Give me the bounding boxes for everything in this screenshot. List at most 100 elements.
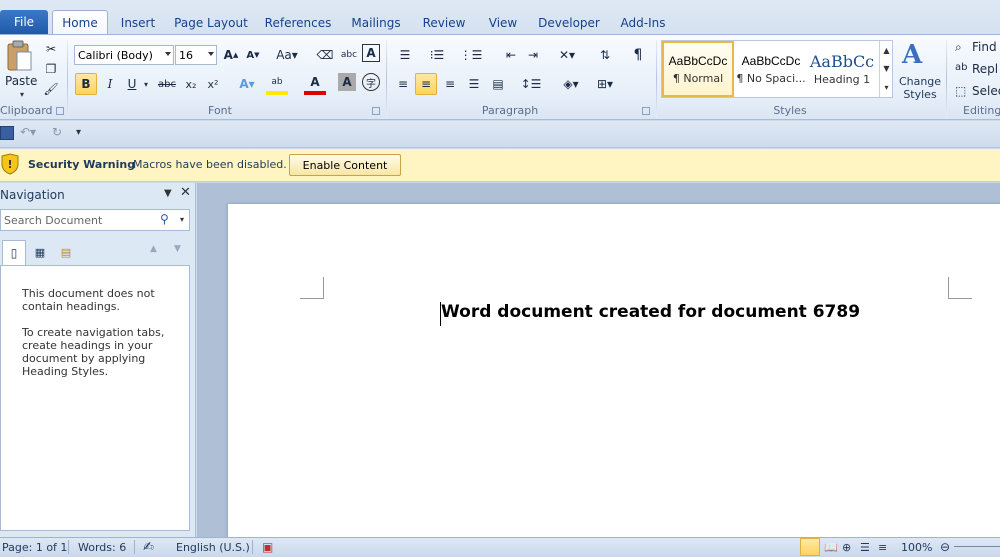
tab-mailings[interactable]: Mailings [344, 12, 408, 34]
paste-icon[interactable] [4, 40, 34, 74]
replace-icon[interactable]: ab [955, 62, 967, 73]
tab-review[interactable]: Review [416, 12, 472, 34]
highlight-color-icon[interactable]: ab [266, 73, 288, 95]
clear-formatting-icon[interactable]: ⌫ [314, 44, 336, 66]
nav-menu-icon[interactable]: ▼ [164, 188, 172, 199]
align-center-icon[interactable]: ≡ [415, 73, 437, 95]
shading-icon[interactable]: ◈▾ [560, 73, 582, 95]
print-layout-view-icon[interactable] [800, 538, 820, 556]
tab-file[interactable]: File [0, 10, 48, 34]
font-size-combo[interactable]: 16 [175, 45, 217, 65]
change-case-icon[interactable]: Aa▾ [272, 44, 302, 66]
enable-content-button[interactable]: Enable Content [289, 154, 401, 176]
find-icon[interactable]: ⌕ [955, 40, 962, 55]
underline-button[interactable]: U [121, 73, 143, 95]
browse-headings-tab[interactable]: ▯ [2, 240, 26, 265]
customize-qat-icon[interactable]: ▾ [76, 127, 81, 138]
proofing-icon[interactable]: ✍ [143, 540, 154, 555]
text-effects-icon[interactable]: A▾ [236, 73, 258, 95]
browse-pages-tab[interactable]: ▦ [30, 242, 50, 262]
styles-gallery-scroll[interactable]: ▲ ▼ ▾ [879, 41, 893, 97]
underline-dropdown-icon[interactable]: ▾ [144, 80, 148, 89]
replace-button-label[interactable]: Repl [972, 62, 998, 76]
document-page[interactable] [228, 204, 1000, 538]
character-border-icon[interactable]: A [362, 44, 380, 62]
find-button-label[interactable]: Find [972, 40, 997, 54]
borders-icon[interactable]: ⊞▾ [594, 73, 616, 95]
asian-layout-icon[interactable]: ✕▾ [556, 44, 578, 66]
zoom-slider[interactable] [954, 546, 1000, 547]
cut-icon[interactable]: ✂ [40, 38, 62, 60]
outline-view-icon[interactable]: ☰ [860, 540, 870, 554]
superscript-icon[interactable]: x² [202, 73, 224, 95]
document-text[interactable]: Word document created for document 6789 [441, 302, 860, 322]
tab-add-ins[interactable]: Add-Ins [612, 12, 674, 34]
paragraph-group-label: Paragraph [481, 104, 539, 117]
paragraph-launcher-icon[interactable] [642, 107, 650, 115]
character-shading-icon[interactable]: A [338, 73, 356, 91]
full-screen-reading-icon[interactable]: 📖 [824, 540, 838, 554]
macro-recording-icon[interactable]: ▣ [262, 540, 273, 554]
status-word-count[interactable]: Words: 6 [78, 540, 126, 554]
bullets-icon[interactable]: ☰ [394, 44, 416, 66]
scroll-up-icon[interactable]: ▲ [883, 46, 889, 55]
distributed-icon[interactable]: ▤ [487, 73, 509, 95]
tab-insert[interactable]: Insert [112, 12, 164, 34]
zoom-level[interactable]: 100% [901, 540, 932, 554]
next-heading-icon[interactable]: ▼ [174, 244, 181, 254]
phonetic-guide-icon[interactable]: abc [338, 44, 360, 66]
tab-home[interactable]: Home [52, 10, 108, 35]
tab-developer[interactable]: Developer [534, 12, 604, 34]
save-icon[interactable] [0, 126, 14, 140]
bold-button[interactable]: B [75, 73, 97, 95]
align-left-icon[interactable]: ≡ [392, 73, 414, 95]
font-name-combo[interactable]: Calibri (Body) [74, 45, 174, 65]
shrink-font-icon[interactable]: A ▼ [242, 44, 264, 66]
status-language[interactable]: English (U.S.) [176, 540, 250, 554]
browse-results-tab[interactable]: ▤ [56, 242, 76, 262]
italic-button[interactable]: I [99, 73, 121, 95]
strikethrough-icon[interactable]: abc [156, 73, 178, 95]
paste-dropdown-icon[interactable]: ▾ [20, 90, 24, 99]
status-page-count[interactable]: Page: 1 of 1 [2, 540, 67, 554]
enclose-characters-icon[interactable]: 字 [362, 73, 380, 91]
redo-icon[interactable]: ↻ [52, 125, 62, 139]
paste-button-label[interactable]: Paste [5, 74, 37, 88]
line-spacing-icon[interactable]: ↕☰ [520, 73, 542, 95]
style-heading-1[interactable]: AaBbCc Heading 1 [806, 41, 878, 97]
previous-heading-icon[interactable]: ▲ [150, 244, 157, 254]
search-icon[interactable]: ⚲ [160, 212, 169, 226]
scroll-down-icon[interactable]: ▼ [883, 64, 889, 73]
change-styles-label[interactable]: Change Styles [896, 75, 944, 101]
web-layout-icon[interactable]: ⊕ [842, 540, 851, 554]
select-icon[interactable]: ⬚ [955, 84, 966, 98]
grow-font-icon[interactable]: A ▲ [220, 44, 242, 66]
tab-page-layout[interactable]: Page Layout [170, 12, 252, 34]
search-options-icon[interactable]: ▾ [180, 215, 184, 224]
subscript-icon[interactable]: x₂ [180, 73, 202, 95]
font-launcher-icon[interactable] [372, 107, 380, 115]
change-styles-icon[interactable]: A [902, 40, 938, 72]
numbering-icon[interactable]: ⁝☰ [426, 44, 448, 66]
multilevel-list-icon[interactable]: ⋮☰ [460, 44, 483, 66]
style-normal[interactable]: AaBbCcDc ¶ Normal [662, 41, 734, 97]
font-color-icon[interactable]: A [304, 73, 326, 95]
style-no-spacing[interactable]: AaBbCcDc ¶ No Spaci... [735, 41, 807, 97]
nav-close-icon[interactable]: ✕ [180, 185, 191, 200]
clipboard-launcher-icon[interactable] [56, 107, 64, 115]
show-formatting-marks-icon[interactable]: ¶ [627, 44, 649, 66]
decrease-indent-icon[interactable]: ⇤ [500, 44, 522, 66]
format-painter-icon[interactable]: 🖌 [40, 78, 62, 100]
undo-icon[interactable]: ↶▾ [20, 125, 36, 139]
select-button-label[interactable]: Selec [972, 84, 1000, 98]
more-styles-icon[interactable]: ▾ [884, 83, 888, 92]
justify-icon[interactable]: ☰ [463, 73, 485, 95]
increase-indent-icon[interactable]: ⇥ [522, 44, 544, 66]
zoom-out-icon[interactable]: ⊖ [940, 540, 950, 554]
tab-view[interactable]: View [480, 12, 526, 34]
copy-icon[interactable]: ❐ [40, 58, 62, 80]
draft-view-icon[interactable]: ≡ [878, 540, 887, 554]
sort-icon[interactable]: ⇅ [594, 44, 616, 66]
align-right-icon[interactable]: ≡ [439, 73, 461, 95]
tab-references[interactable]: References [260, 12, 336, 34]
